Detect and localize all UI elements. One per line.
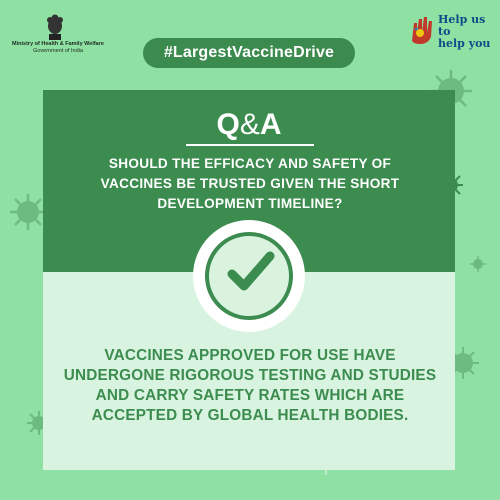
question-text: SHOULD THE EFFICACY AND SAFETY OF VACCIN… bbox=[100, 156, 400, 211]
national-emblem-icon bbox=[47, 14, 63, 40]
help-us-text: Help us to help you bbox=[438, 14, 500, 50]
ministry-title: Ministry of Health & Family Welfare bbox=[12, 41, 104, 47]
qa-title-a: A bbox=[259, 108, 282, 141]
ministry-name: Ministry of Health & Family Welfare Gove… bbox=[10, 41, 106, 55]
title-divider bbox=[186, 144, 314, 146]
qa-title-q: Q bbox=[216, 108, 240, 141]
ministry-subtitle: Government of India bbox=[33, 48, 83, 54]
help-line-2: help you bbox=[438, 37, 491, 50]
virus-icon bbox=[470, 256, 486, 272]
answer-text: VACCINES APPROVED FOR USE HAVE UNDERGONE… bbox=[63, 347, 437, 424]
qa-title: Q&A bbox=[43, 108, 455, 142]
help-line-1: Help us to bbox=[438, 13, 486, 38]
hashtag-pill: #LargestVaccineDrive bbox=[143, 38, 355, 68]
qa-title-amp: & bbox=[239, 108, 260, 141]
checkmark-icon bbox=[227, 251, 275, 291]
virus-icon bbox=[10, 194, 46, 230]
